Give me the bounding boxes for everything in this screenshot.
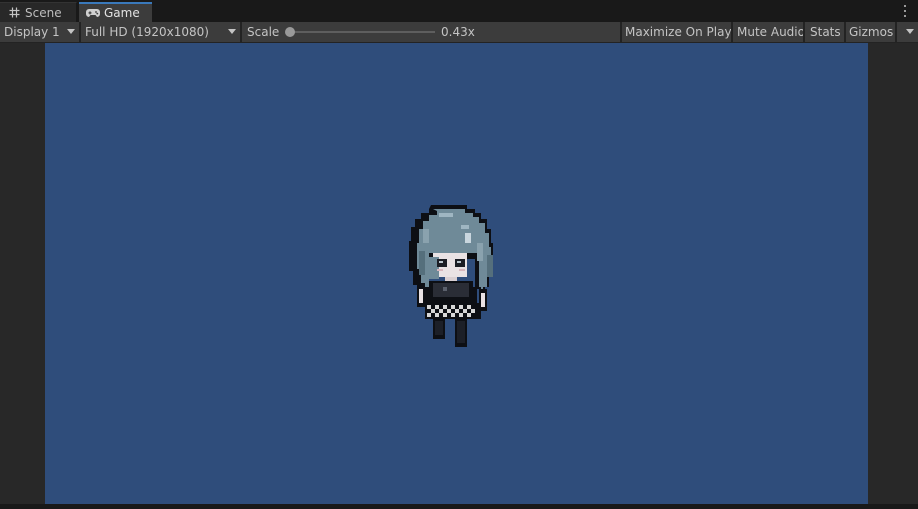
scale-label: Scale	[247, 25, 280, 39]
gizmos-dropdown[interactable]	[897, 22, 918, 42]
divider	[240, 22, 242, 42]
game-window: Scene Game Display 1 Full HD (1920x1080)…	[0, 0, 918, 509]
letterbox-left	[0, 43, 45, 504]
gamepad-icon	[86, 6, 100, 20]
chevron-down-icon	[228, 29, 236, 34]
scale-slider-thumb[interactable]	[285, 27, 295, 37]
divider	[803, 22, 805, 42]
mute-audio-toggle[interactable]: Mute Audio	[737, 22, 805, 42]
tab-game[interactable]: Game	[79, 2, 152, 22]
resolution-dropdown-label: Full HD (1920x1080)	[85, 25, 209, 39]
gizmos-toggle[interactable]: Gizmos	[849, 22, 893, 42]
divider	[844, 22, 846, 42]
tab-bar: Scene Game	[0, 0, 918, 23]
game-toolbar: Display 1 Full HD (1920x1080) Scale 0.43…	[0, 22, 918, 43]
tab-game-label: Game	[104, 6, 140, 20]
tab-scene[interactable]: Scene	[0, 2, 77, 22]
stats-toggle[interactable]: Stats	[810, 22, 841, 42]
scale-value: 0.43x	[441, 25, 475, 39]
more-options-icon[interactable]	[902, 3, 908, 19]
character-sprite	[409, 205, 493, 347]
divider	[620, 22, 622, 42]
tab-scene-label: Scene	[25, 5, 62, 20]
chevron-down-icon	[67, 29, 75, 34]
letterbox-right	[868, 43, 918, 504]
resolution-dropdown[interactable]: Full HD (1920x1080)	[81, 22, 240, 42]
window-bottom-edge	[0, 504, 918, 509]
divider	[731, 22, 733, 42]
grid-hash-icon	[7, 6, 21, 20]
maximize-on-play-toggle[interactable]: Maximize On Play	[625, 22, 732, 42]
scale-slider-track[interactable]	[290, 31, 435, 33]
display-dropdown[interactable]: Display 1	[0, 22, 79, 42]
display-dropdown-label: Display 1	[4, 25, 60, 39]
chevron-down-icon	[906, 29, 914, 34]
